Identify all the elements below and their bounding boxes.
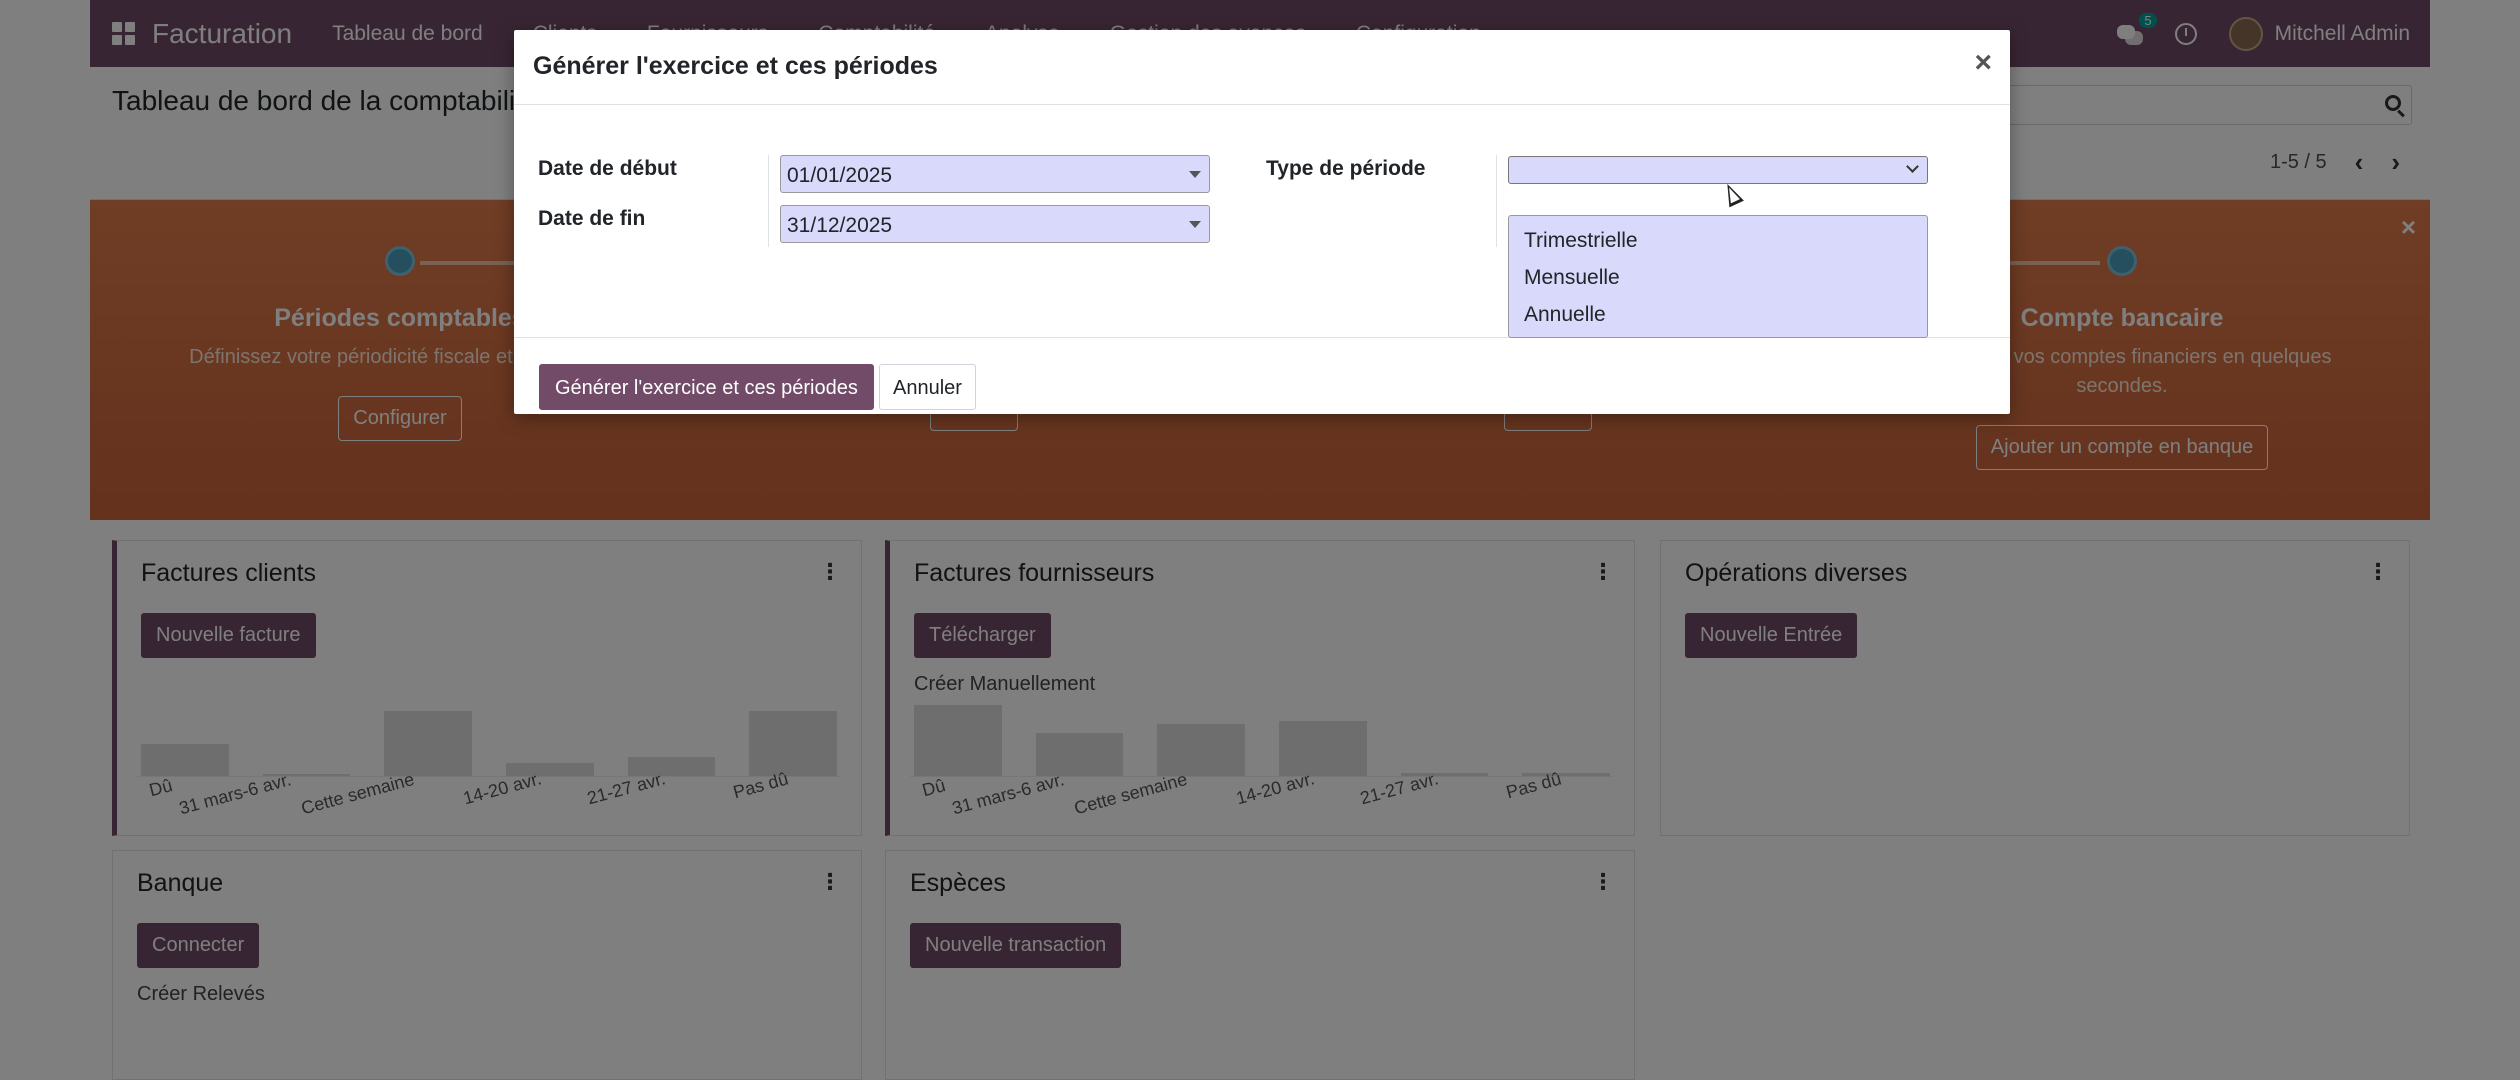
close-icon[interactable]: × [1974,46,1992,80]
field-separator [1496,155,1497,247]
caret-down-icon[interactable] [1189,221,1201,228]
end-date-field[interactable]: 31/12/2025 [780,205,1210,243]
modal-body: Date de début Date de fin 01/01/2025 31/… [514,105,2010,338]
caret-down-icon[interactable] [1189,171,1201,178]
chevron-down-icon[interactable] [1906,160,1919,173]
end-date-value: 31/12/2025 [787,214,893,237]
modal-header: Générer l'exercice et ces périodes × [514,30,2010,105]
start-date-label: Date de début [538,157,677,180]
start-date-value: 01/01/2025 [787,164,893,187]
modal-footer: Générer l'exercice et ces périodes Annul… [514,338,2010,414]
cancel-button[interactable]: Annuler [879,364,976,410]
field-separator [768,155,769,247]
period-type-dropdown: Trimestrielle Mensuelle Annuelle [1508,215,1928,338]
generate-button[interactable]: Générer l'exercice et ces périodes [539,364,874,410]
option-quarterly[interactable]: Trimestrielle [1509,224,1927,261]
generate-fiscal-year-dialog: Générer l'exercice et ces périodes × Dat… [514,30,2010,414]
option-yearly[interactable]: Annuelle [1509,298,1927,335]
period-type-label: Type de période [1266,157,1426,180]
period-type-select[interactable] [1508,156,1928,184]
option-monthly[interactable]: Mensuelle [1509,261,1927,298]
modal-title: Générer l'exercice et ces périodes [533,52,938,80]
end-date-label: Date de fin [538,207,646,230]
start-date-field[interactable]: 01/01/2025 [780,155,1210,193]
mouse-cursor-icon [1720,180,1744,208]
